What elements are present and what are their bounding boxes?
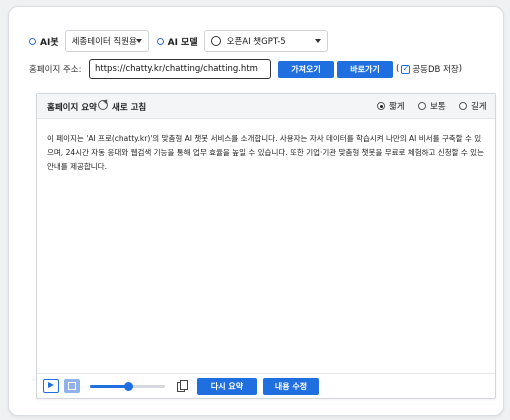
paren-open: ( [396,64,400,74]
resummarize-button[interactable]: 다시 요약 [197,378,257,395]
length-option-long[interactable]: 길게 [459,100,487,112]
radio-selected-icon [377,102,385,110]
radio-icon [418,102,426,110]
ai-model-label: AI 모델 [167,37,198,48]
summary-panel-header: 홈페이지 요약 새로 고침 짧게 보통 길게 [37,94,495,119]
slider-handle[interactable] [123,382,133,391]
ai-bot-radio-icon[interactable] [29,37,36,45]
radio-icon [459,102,467,110]
edit-content-button[interactable]: 내용 수정 [263,378,319,395]
ai-bot-select[interactable]: 세종테이터 직원용 [64,30,149,52]
refresh-icon[interactable] [98,100,108,110]
ai-bot-label: AI봇 [40,37,59,48]
homepage-label: 홈페이지 주소: [29,65,82,75]
summary-panel-footer: 다시 요약 내용 수정 [37,373,495,398]
paren-close: ) [458,64,463,74]
chevron-down-icon [314,39,321,43]
summary-title: 홈페이지 요약 [47,103,97,113]
length-option-label: 짧게 [389,102,405,112]
bot-model-row: AI봇 세종테이터 직원용 AI 모델 오픈AI 챗GPT-5 [29,29,328,53]
summary-text: 이 페이지는 'AI 프로(chatty.kr)'의 맞춤형 AI 챗봇 서비스… [47,134,484,171]
ai-model-radio-icon[interactable] [156,37,164,45]
refresh-button[interactable]: 새로 고침 [112,101,146,113]
main-card: AI봇 세종테이터 직원용 AI 모델 오픈AI 챗GPT-5 홈페이지 주소:… [8,6,504,416]
ai-bot-selected: 세종테이터 직원용 [71,37,137,47]
shared-db-checkbox[interactable]: ✓ [401,64,411,74]
fetch-button[interactable]: 가져오기 [278,60,334,78]
chevron-down-icon [135,39,142,43]
playback-slider[interactable] [90,382,165,391]
summary-panel: 홈페이지 요약 새로 고침 짧게 보통 길게 이 페이지는 'AI 프로(cha… [36,93,496,399]
ai-model-selected: 오픈AI 챗GPT-5 [226,37,286,47]
length-option-normal[interactable]: 보통 [418,100,446,112]
play-icon[interactable] [43,379,59,393]
slider-fill [90,385,128,388]
ai-model-select[interactable]: 오픈AI 챗GPT-5 [203,30,328,52]
stop-icon[interactable] [64,379,80,393]
length-option-short[interactable]: 짧게 [377,100,405,112]
length-option-label: 보통 [430,102,446,112]
homepage-url-input[interactable] [89,59,271,79]
homepage-row: 홈페이지 주소: 가져오기 바로가기 ( ✓ 공동DB 저장 ) [29,59,462,79]
shared-db-label: 공동DB 저장 [412,65,459,75]
length-option-label: 길게 [471,102,487,112]
go-button[interactable]: 바로가기 [337,60,393,78]
copy-icon[interactable] [177,380,188,392]
openai-logo-icon [210,36,221,46]
